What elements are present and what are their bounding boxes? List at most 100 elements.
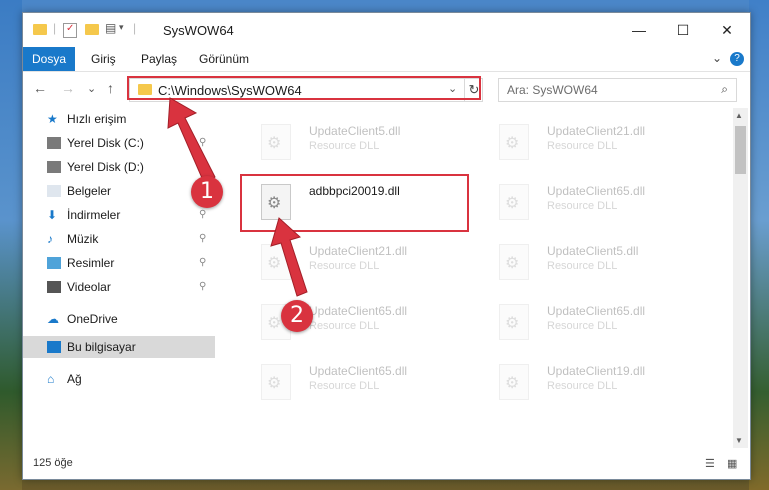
dll-file-icon (499, 244, 529, 280)
navigation-pane: ★ Hızlı erişim Yerel Disk (C:) ⚲ Yerel Disk … (23, 108, 215, 448)
close-button[interactable]: ✕ (705, 13, 749, 47)
sidebar-item[interactable]: Yerel Disk (D:) ⚲ (23, 156, 215, 178)
file-name: UpdateClient21.dll (547, 124, 646, 138)
sidebar-item[interactable]: ♪ Müzik ⚲ (23, 228, 215, 250)
pin-icon[interactable]: ⚲ (199, 276, 206, 298)
music-icon: ♪ (47, 232, 53, 246)
sidebar-item-label: Hızlı erişim (67, 112, 127, 126)
file-type: Resource DLL (547, 260, 618, 272)
dll-file-icon (499, 364, 529, 400)
folder-icon (33, 24, 47, 35)
sidebar-item-label: Yerel Disk (C:) (67, 136, 144, 150)
file-type: Resource DLL (309, 260, 380, 272)
file-item[interactable]: UpdateClient65.dll Resource DLL (481, 178, 701, 226)
file-name: UpdateClient5.dll (309, 124, 401, 138)
sidebar-item-label: Belgeler (67, 184, 112, 198)
sidebar-item[interactable]: ⌂ Ağ (23, 368, 215, 390)
drive-icon (47, 161, 61, 173)
star-icon: ★ (47, 112, 58, 126)
pin-icon[interactable]: ⚲ (199, 252, 206, 274)
file-type: Resource DLL (547, 200, 618, 212)
search-icon[interactable]: ⌕ (721, 82, 728, 97)
dll-file-icon (261, 184, 291, 220)
sidebar-item[interactable]: Resimler ⚲ (23, 252, 215, 274)
sidebar-item-label: Bu bilgisayar (67, 340, 136, 354)
file-type: Resource DLL (547, 320, 618, 332)
tab-file[interactable]: Dosya (23, 47, 75, 71)
expand-ribbon-icon[interactable]: ⌄ (712, 51, 722, 65)
pictures-icon (47, 257, 61, 269)
customize-toolbar-icon[interactable]: ▤ (105, 21, 116, 35)
ribbon-tabs: Dosya Giriş Paylaş Görünüm ⌄ ? (23, 47, 750, 72)
recent-locations-button[interactable]: ⌄ (87, 82, 96, 95)
sidebar-item-label: Ağ (67, 372, 82, 386)
file-name: adbbpci20019.dll (309, 184, 400, 198)
sidebar-item[interactable]: ⬇ İndirmeler ⚲ (23, 204, 215, 226)
minimize-button[interactable]: — (617, 13, 661, 47)
file-type: Resource DLL (547, 380, 618, 392)
sidebar-item-label: Yerel Disk (D:) (67, 160, 144, 174)
file-name: UpdateClient65.dll (547, 184, 646, 198)
file-item[interactable]: UpdateClient19.dll Resource DLL (481, 358, 701, 406)
dll-file-icon (261, 244, 291, 280)
file-name: UpdateClient5.dll (547, 244, 639, 258)
file-item[interactable]: UpdateClient65.dll Resource DLL (243, 298, 463, 346)
pin-icon[interactable]: ⚲ (199, 132, 206, 154)
cloud-icon: ☁ (47, 312, 59, 326)
file-name: UpdateClient65.dll (547, 304, 646, 318)
sidebar-item-label: Müzik (67, 232, 99, 246)
file-item[interactable]: UpdateClient65.dll Resource DLL (481, 298, 701, 346)
documents-icon (47, 185, 61, 197)
sidebar-item[interactable]: ★ Hızlı erişim (23, 108, 215, 130)
maximize-button[interactable]: ☐ (661, 13, 705, 47)
step-badge-1: 1 (191, 176, 223, 208)
sidebar-item[interactable]: ☁ OneDrive (23, 308, 215, 330)
scroll-up-icon[interactable]: ▲ (735, 111, 743, 120)
item-count: 125 öğe (33, 457, 73, 469)
drive-icon (47, 137, 61, 149)
file-item[interactable]: UpdateClient65.dll Resource DLL (243, 358, 463, 406)
step-badge-2: 2 (281, 300, 313, 332)
help-icon[interactable]: ? (730, 52, 744, 66)
forward-button[interactable]: → (61, 80, 75, 96)
file-item[interactable]: UpdateClient5.dll Resource DLL (481, 238, 701, 286)
sidebar-item-label: İndirmeler (67, 208, 121, 222)
sidebar-item-label: OneDrive (67, 312, 118, 326)
scrollbar-thumb[interactable] (735, 126, 746, 174)
sidebar-item[interactable]: Videolar ⚲ (23, 276, 215, 298)
search-box[interactable]: Ara: SysWOW64 ⌕ (498, 78, 737, 102)
vertical-scrollbar[interactable]: ▲ ▼ (733, 108, 748, 448)
tab-view[interactable]: Görünüm (199, 47, 249, 71)
file-item[interactable]: adbbpci20019.dll (243, 178, 463, 226)
file-type: Resource DLL (309, 140, 380, 152)
computer-icon (47, 341, 61, 353)
large-icons-view-icon[interactable]: ▦ (727, 457, 741, 470)
new-folder-icon[interactable] (85, 24, 99, 35)
sidebar-item[interactable]: Belgeler⚲ (23, 180, 215, 202)
file-name: UpdateClient65.dll (309, 304, 408, 318)
toolbar-dropdown-icon[interactable]: ▾ (119, 22, 124, 33)
properties-icon[interactable]: ✓ (63, 23, 77, 38)
file-type: Resource DLL (547, 140, 618, 152)
sidebar-item[interactable]: Yerel Disk (C:) ⚲ (23, 132, 215, 154)
file-name: UpdateClient65.dll (309, 364, 408, 378)
back-button[interactable]: ← (33, 80, 47, 96)
file-item[interactable]: UpdateClient21.dll Resource DLL (243, 238, 463, 286)
tab-home[interactable]: Giriş (91, 47, 116, 71)
sidebar-item[interactable]: Bu bilgisayar (23, 336, 215, 358)
tab-share[interactable]: Paylaş (141, 47, 177, 71)
navigation-bar: ← → ⌄ ↑ C:\Windows\SysWOW64 ⌄ ↻ Ara: Sys… (23, 72, 750, 106)
file-item[interactable]: UpdateClient21.dll Resource DLL (481, 118, 701, 166)
desktop-wallpaper-left (0, 0, 22, 490)
scroll-down-icon[interactable]: ▼ (735, 436, 743, 445)
up-button[interactable]: ↑ (107, 80, 114, 96)
file-item[interactable]: UpdateClient5.dll Resource DLL (243, 118, 463, 166)
dll-file-icon (261, 124, 291, 160)
search-placeholder[interactable]: Ara: SysWOW64 (507, 83, 598, 97)
pin-icon[interactable]: ⚲ (199, 228, 206, 250)
details-view-icon[interactable]: ☰ (705, 457, 719, 470)
videos-icon (47, 281, 61, 293)
file-list: UpdateClient5.dllResource DLLUpdateClien… (223, 108, 735, 448)
file-type: Resource DLL (309, 380, 380, 392)
pin-icon[interactable]: ⚲ (199, 156, 206, 178)
